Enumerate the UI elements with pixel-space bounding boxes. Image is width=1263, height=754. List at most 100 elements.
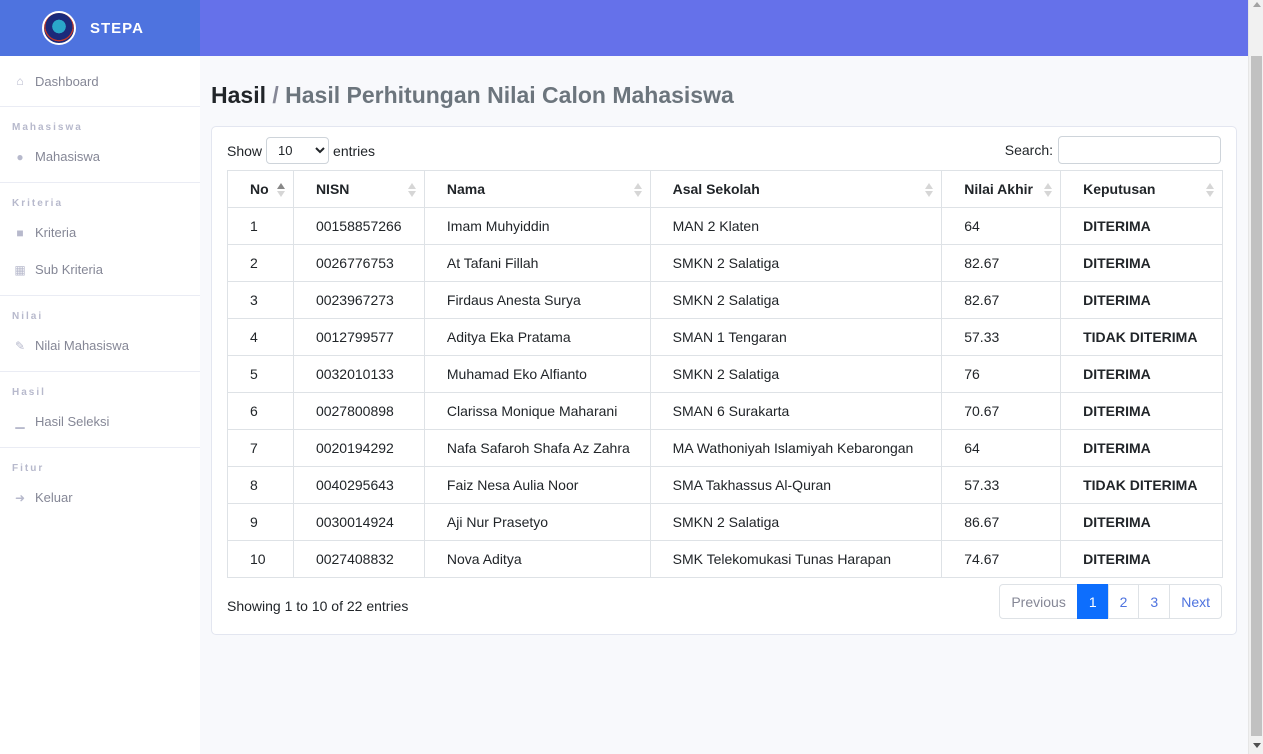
page-title-main: Hasil [211,82,266,108]
cell-no: 4 [227,318,294,356]
page-button-1[interactable]: 1 [1076,584,1109,619]
cell-nama: Imam Muhyiddin [423,207,651,245]
cell-nama: Nova Aditya [423,540,651,578]
sidebar-divider [0,106,200,107]
sidebar-item-keluar[interactable]: ➜ Keluar [0,479,200,516]
results-table: No NISN Nama Asal Sekolah Nilai Akhir Ke… [227,170,1223,578]
cell-keputusan: DITERIMA [1060,355,1223,393]
column-header-nama[interactable]: Nama [423,170,651,208]
chart-icon: ▁ [15,414,25,429]
sidebar-item-label: Dashboard [35,73,99,89]
cell-keputusan: DITERIMA [1060,207,1223,245]
cell-keputusan: DITERIMA [1060,503,1223,541]
cell-no: 9 [227,503,294,541]
sidebar-heading-fitur: Fitur [12,463,45,474]
table-row: 9 0030014924 Aji Nur Prasetyo SMKN 2 Salati… [227,503,1223,541]
cell-nilai-akhir: 86.67 [941,503,1062,541]
cell-nilai-akhir: 70.67 [941,392,1062,430]
sidebar-item-label: Kriteria [35,225,77,240]
cubes-icon: ▦ [14,262,26,277]
cell-nilai-akhir: 57.33 [941,318,1062,356]
column-header-nilai-akhir[interactable]: Nilai Akhir [941,170,1062,208]
column-header-keputusan[interactable]: Keputusan [1060,170,1223,208]
results-card: Show 10 entries Search: No NISN Nama Asa… [211,126,1237,635]
column-header-label: Asal Sekolah [672,181,760,197]
cell-asal-sekolah: MAN 2 Klaten [649,207,943,245]
search-label: Search: [1004,142,1053,158]
cell-keputusan: TIDAK DITERIMA [1060,318,1223,356]
cell-nilai-akhir: 57.33 [941,466,1062,504]
sidebar-item-sub-kriteria[interactable]: ▦ Sub Kriteria [0,251,200,288]
sidebar-item-mahasiswa[interactable]: ● Mahasiswa [0,138,200,175]
column-header-label: NISN [315,181,350,197]
brand[interactable]: STEPA [0,0,200,56]
cell-nilai-akhir: 82.67 [941,281,1062,319]
next-button[interactable]: Next [1169,584,1222,619]
sort-icon [925,183,934,197]
sidebar-item-label: Keluar [35,490,73,505]
cell-no: 1 [227,207,294,245]
cell-no: 8 [227,466,294,504]
page-button-2[interactable]: 2 [1107,584,1140,619]
cell-nama: Muhamad Eko Alfianto [423,355,651,393]
brand-logo-icon [42,11,76,45]
column-header-label: Nilai Akhir [964,181,1033,197]
sidebar-item-label: Hasil Seleksi [35,414,110,429]
search-control: Search: [1005,136,1221,164]
previous-button[interactable]: Previous [999,584,1078,619]
cell-keputusan: DITERIMA [1060,540,1223,578]
sidebar-heading-mahasiswa: Mahasiswa [12,122,83,133]
sidebar-item-nilai-mahasiswa[interactable]: ✎ Nilai Mahasiswa [0,327,200,364]
scroll-down-arrow-icon[interactable] [1253,743,1261,748]
cell-asal-sekolah: SMA Takhassus Al-Quran [649,466,943,504]
cell-no: 10 [227,540,294,578]
scrollbar-thumb[interactable] [1251,56,1262,736]
cell-nisn: 0027408832 [292,540,425,578]
sidebar-item-hasil-seleksi[interactable]: ▁ Hasil Seleksi [0,403,200,440]
sidebar-item-kriteria[interactable]: ■ Kriteria [0,214,200,251]
cell-nisn: 0027800898 [292,392,425,430]
cell-asal-sekolah: SMKN 2 Salatiga [649,355,943,393]
cell-nilai-akhir: 74.67 [941,540,1062,578]
column-header-asal-sekolah[interactable]: Asal Sekolah [649,170,943,208]
cell-nilai-akhir: 76 [941,355,1062,393]
table-row: 10 0027408832 Nova Aditya SMK Telekomukasi … [227,540,1223,578]
cell-asal-sekolah: SMKN 2 Salatiga [649,281,943,319]
page-title: Hasil / Hasil Perhitungan Nilai Calon Ma… [211,82,734,109]
sidebar-heading-nilai: Nilai [12,311,44,322]
sidebar-item-dashboard[interactable]: ⌂ Dashboard [0,56,200,106]
cell-nilai-akhir: 82.67 [941,244,1062,282]
cell-nama: Faiz Nesa Aulia Noor [423,466,651,504]
cell-no: 5 [227,355,294,393]
cell-no: 2 [227,244,294,282]
cell-nilai-akhir: 64 [941,207,1062,245]
page-length-select[interactable]: 10 [266,137,330,164]
page-subtitle: Hasil Perhitungan Nilai Calon Mahasiswa [285,82,734,108]
cell-no: 7 [227,429,294,467]
sidebar-item-label: Sub Kriteria [35,262,103,277]
search-input[interactable] [1058,136,1221,164]
page-scrollbar[interactable] [1248,0,1263,754]
cell-keputusan: DITERIMA [1060,429,1223,467]
column-header-no[interactable]: No [227,170,294,208]
page-length-control: Show 10 entries [227,137,375,164]
page-button-3[interactable]: 3 [1138,584,1171,619]
sort-icon [407,183,416,197]
table-row: 3 0023967273 Firdaus Anesta Surya SMKN 2 Sa… [227,281,1223,319]
cell-nilai-akhir: 64 [941,429,1062,467]
sort-icon [633,183,642,197]
cell-nisn: 0023967273 [292,281,425,319]
table-row: 4 0012799577 Aditya Eka Pratama SMAN 1 Teng… [227,318,1223,356]
sort-asc-icon [276,183,285,197]
sort-icon [1206,183,1214,197]
sign-out-icon: ➜ [14,490,26,505]
cell-keputusan: DITERIMA [1060,244,1223,282]
sidebar-divider [0,447,200,448]
cell-no: 6 [227,392,294,430]
cell-asal-sekolah: SMKN 2 Salatiga [649,244,943,282]
cell-asal-sekolah: MA Wathoniyah Islamiyah Kebarongan [649,429,943,467]
column-header-nisn[interactable]: NISN [292,170,425,208]
scroll-up-arrow-icon[interactable] [1253,2,1261,7]
table-row: 6 0027800898 Clarissa Monique Maharani SMAN… [227,392,1223,430]
cell-keputusan: DITERIMA [1060,392,1223,430]
